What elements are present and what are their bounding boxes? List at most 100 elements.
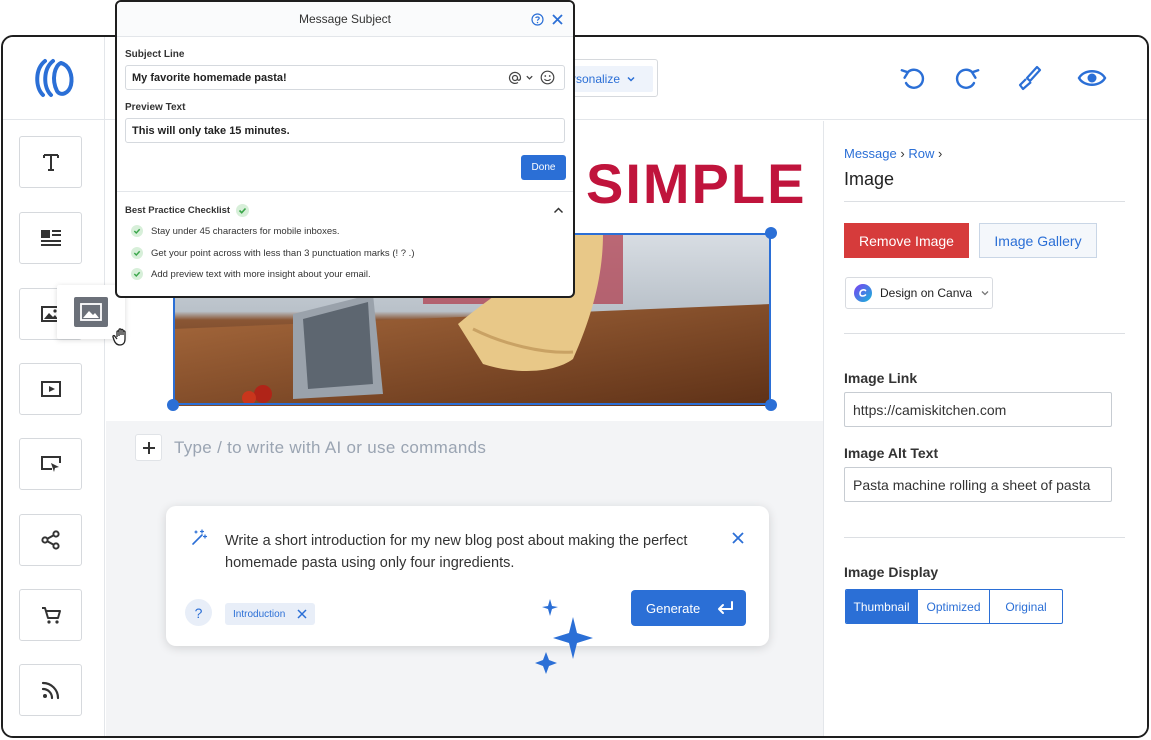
- check-circle-icon: [131, 247, 143, 259]
- design-on-canva-button[interactable]: Design on Canva: [845, 277, 993, 309]
- breadcrumb-row[interactable]: Row: [908, 146, 934, 161]
- remove-tag-icon[interactable]: [297, 609, 307, 619]
- undo-icon[interactable]: [899, 63, 929, 93]
- intro-tag-label: Introduction: [233, 608, 286, 620]
- personalize-button[interactable]: rsonalize: [563, 59, 658, 97]
- checklist-item-text: Stay under 45 characters for mobile inbo…: [151, 225, 340, 237]
- video-icon: [40, 381, 61, 397]
- message-subject-popup: Message Subject Subject Line My favorite…: [115, 0, 575, 298]
- display-thumbnail-option[interactable]: Thumbnail: [846, 590, 918, 623]
- plus-icon: [142, 441, 155, 454]
- ai-prompt-line: homemade pasta using only four ingredien…: [225, 555, 515, 571]
- divider: [844, 333, 1125, 334]
- share-icon: [40, 530, 60, 550]
- article-icon: [40, 230, 61, 246]
- popup-title: Message Subject: [298, 12, 392, 26]
- cart-icon: [41, 607, 61, 624]
- checklist-header[interactable]: Best Practice Checklist: [125, 204, 250, 217]
- chevron-down-icon: [981, 291, 989, 296]
- image-link-label: Image Link: [844, 370, 918, 386]
- cursor-box-icon: [40, 456, 61, 472]
- brush-icon[interactable]: [1013, 63, 1043, 93]
- magic-wand-icon: [192, 529, 208, 545]
- grab-hand-icon: [112, 328, 126, 346]
- done-button[interactable]: Done: [521, 155, 566, 180]
- product-block-tool[interactable]: [19, 589, 82, 641]
- headline-text[interactable]: SIMPLE: [586, 151, 806, 216]
- panel-title: Image: [844, 169, 895, 189]
- intro-tag: Introduction: [225, 603, 316, 625]
- brand-logo: [35, 59, 74, 97]
- redo-icon[interactable]: [951, 63, 981, 93]
- help-icon[interactable]: [531, 13, 544, 26]
- checklist-item-text: Add preview text with more insight about…: [151, 268, 371, 280]
- divider: [844, 201, 1125, 202]
- checklist-item: Stay under 45 characters for mobile inbo…: [131, 225, 340, 237]
- breadcrumb: Message › Row ›: [844, 146, 942, 161]
- alt-text-input[interactable]: Pasta machine rolling a sheet of pasta: [844, 467, 1112, 502]
- subject-line-value: My favorite homemade pasta!: [132, 71, 287, 84]
- image-gallery-button[interactable]: Image Gallery: [979, 223, 1097, 258]
- check-circle-icon: [236, 204, 250, 217]
- chevron-down-icon: [627, 76, 635, 82]
- canva-logo-icon: [854, 284, 872, 302]
- personalize-label: rsonalize: [572, 72, 621, 86]
- logo-cell: [3, 37, 105, 120]
- resize-handle-bl[interactable]: [167, 399, 179, 411]
- close-icon[interactable]: [552, 14, 563, 25]
- check-circle-icon: [131, 225, 143, 237]
- subject-line-label: Subject Line: [125, 49, 185, 60]
- display-optimized-option[interactable]: Optimized: [918, 590, 990, 623]
- breadcrumb-separator: ›: [937, 146, 943, 161]
- popup-header: Message Subject: [117, 2, 573, 37]
- enter-icon: [718, 601, 733, 614]
- ai-prompt-line: Write a short introduction for my new bl…: [225, 533, 688, 549]
- article-block-tool[interactable]: [19, 212, 82, 264]
- properties-panel: Message › Row › Image Remove Image Image…: [823, 121, 1147, 736]
- button-block-tool[interactable]: [19, 438, 82, 490]
- question-mark-icon: ?: [194, 604, 203, 621]
- preview-text-label: Preview Text: [125, 102, 186, 113]
- image-icon: [80, 303, 102, 321]
- check-circle-icon: [131, 268, 143, 280]
- subject-line-input[interactable]: My favorite homemade pasta!: [125, 65, 565, 90]
- rss-block-tool[interactable]: [19, 664, 82, 716]
- preview-eye-icon[interactable]: [1077, 63, 1107, 93]
- emoji-icon[interactable]: [540, 70, 555, 85]
- checklist-title: Best Practice Checklist: [125, 205, 231, 216]
- sparkle-icon: [535, 599, 593, 674]
- resize-handle-tr[interactable]: [765, 227, 777, 239]
- checklist-item: Add preview text with more insight about…: [131, 268, 371, 280]
- canva-label: Design on Canva: [880, 286, 973, 300]
- divider: [844, 537, 1125, 538]
- ai-prompt-box: Write a short introduction for my new bl…: [166, 506, 769, 646]
- video-block-tool[interactable]: [19, 363, 82, 415]
- remove-image-button[interactable]: Remove Image: [844, 223, 969, 258]
- display-original-option[interactable]: Original: [990, 590, 1062, 623]
- close-icon[interactable]: [732, 532, 744, 544]
- divider: [117, 191, 573, 192]
- checklist-item-text: Get your point across with less than 3 p…: [151, 247, 415, 259]
- image-display-toggle: Thumbnail Optimized Original: [845, 589, 1063, 624]
- text-icon: [42, 154, 59, 171]
- chevron-up-icon[interactable]: [553, 205, 564, 216]
- chevron-down-icon[interactable]: [525, 73, 534, 82]
- alt-text-label: Image Alt Text: [844, 445, 939, 461]
- generate-label: Generate: [646, 600, 701, 616]
- breadcrumb-message[interactable]: Message: [844, 146, 897, 161]
- text-block-tool[interactable]: [19, 136, 82, 188]
- rss-icon: [41, 681, 59, 700]
- ai-prompt-text[interactable]: Write a short introduction for my new bl…: [225, 530, 687, 574]
- add-block-button[interactable]: [135, 434, 162, 461]
- image-link-input[interactable]: https://camiskitchen.com: [844, 392, 1112, 427]
- help-button[interactable]: ?: [185, 599, 212, 626]
- generate-button[interactable]: Generate: [631, 590, 746, 626]
- at-mention-icon[interactable]: [508, 71, 522, 85]
- block-toolbar: [3, 120, 105, 736]
- resize-handle-br[interactable]: [765, 399, 777, 411]
- social-block-tool[interactable]: [19, 514, 82, 566]
- preview-text-input[interactable]: This will only take 15 minutes.: [125, 118, 565, 143]
- checklist-item: Get your point across with less than 3 p…: [131, 247, 414, 259]
- command-placeholder[interactable]: Type / to write with AI or use commands: [174, 438, 486, 458]
- image-display-label: Image Display: [844, 564, 939, 580]
